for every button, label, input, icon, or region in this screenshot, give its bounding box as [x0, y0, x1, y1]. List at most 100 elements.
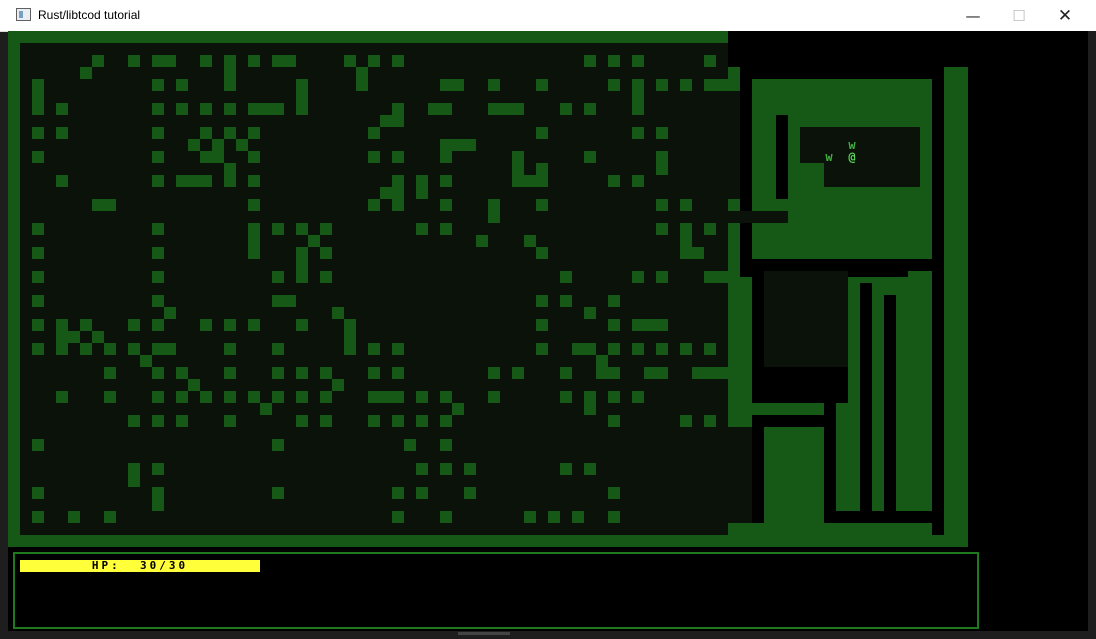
wall-tile	[392, 103, 404, 115]
wall-tile	[152, 463, 164, 475]
wall-tile	[368, 343, 380, 355]
wall-tile	[296, 367, 308, 379]
wall-tile	[152, 247, 164, 259]
wall-tile	[560, 367, 572, 379]
wall-tile	[92, 199, 104, 211]
wall-tile	[212, 151, 224, 163]
wall-tile	[224, 319, 236, 331]
wall-tile	[656, 319, 668, 331]
wall-tile	[464, 139, 476, 151]
wall-tile	[440, 103, 452, 115]
wall-tile	[404, 439, 416, 451]
wall-tile	[392, 55, 404, 67]
wall-tile	[104, 199, 116, 211]
close-button[interactable]: ✕	[1042, 0, 1088, 31]
wall-tile	[320, 415, 332, 427]
wall-tile	[152, 367, 164, 379]
wall-tile	[536, 247, 548, 259]
wall-tile	[32, 103, 44, 115]
vertical-corridor	[884, 295, 896, 523]
wall-tile	[344, 331, 356, 343]
wall-tile	[392, 187, 404, 199]
title-bar: Rust/libtcod tutorial — ☐ ✕	[0, 0, 1096, 32]
wall-tile	[368, 391, 380, 403]
wall-tile	[452, 139, 464, 151]
wall-tile	[512, 151, 524, 163]
wall-tile	[632, 91, 644, 103]
wall-tile	[152, 499, 164, 511]
wall-tile	[344, 319, 356, 331]
wall-tile	[176, 391, 188, 403]
wall-tile	[152, 271, 164, 283]
hp-label: HP: 30/30	[91, 559, 189, 572]
wall-tile	[392, 415, 404, 427]
wall-tile	[284, 295, 296, 307]
wall-tile	[200, 151, 212, 163]
wall-tile	[392, 151, 404, 163]
wall-tile	[644, 367, 656, 379]
wall-tile	[440, 439, 452, 451]
wall-tile	[656, 151, 668, 163]
wall-tile	[200, 103, 212, 115]
wall-tile	[320, 271, 332, 283]
wall-tile	[56, 391, 68, 403]
wall-tile	[512, 163, 524, 175]
room-floor	[332, 211, 416, 295]
wall-tile	[68, 511, 80, 523]
wall-tile	[224, 67, 236, 79]
wall-tile	[32, 223, 44, 235]
wall-tile	[632, 103, 644, 115]
wall-tile	[680, 247, 692, 259]
wall-tile	[260, 403, 272, 415]
corridor	[668, 211, 788, 223]
room-floor	[164, 199, 248, 307]
wall-tile	[716, 367, 728, 379]
wall-tile	[272, 271, 284, 283]
status-panel: HP: 30/30	[13, 552, 979, 629]
wall-tile	[488, 199, 500, 211]
wall-tile	[308, 235, 320, 247]
wall-tile	[536, 175, 548, 187]
game-console[interactable]: w w @ HP: 30/30	[8, 31, 1088, 631]
wall-tile	[416, 463, 428, 475]
wall-tile	[272, 223, 284, 235]
wall-tile	[608, 55, 620, 67]
wall-tile	[32, 343, 44, 355]
wall-tile	[440, 199, 452, 211]
wall-tile	[104, 343, 116, 355]
wall-tile	[704, 367, 716, 379]
corridor	[836, 511, 944, 523]
wall-tile	[248, 319, 260, 331]
wall-tile	[596, 367, 608, 379]
maximize-button[interactable]: ☐	[996, 0, 1042, 31]
minimize-button[interactable]: —	[950, 0, 996, 31]
wall-tile	[104, 511, 116, 523]
wall-tile	[440, 139, 452, 151]
wall-tile	[440, 151, 452, 163]
wall-tile	[536, 295, 548, 307]
vertical-corridor	[824, 391, 836, 523]
wall-tile	[632, 55, 644, 67]
wall-tile	[176, 367, 188, 379]
wall-tile	[272, 367, 284, 379]
wall-tile	[128, 475, 140, 487]
wall-tile	[368, 151, 380, 163]
wall-tile	[56, 127, 68, 139]
wall-tile	[80, 343, 92, 355]
wall-tile	[704, 343, 716, 355]
wall-tile	[716, 271, 728, 283]
wall-tile	[656, 199, 668, 211]
wall-tile	[152, 295, 164, 307]
wall-tile	[452, 403, 464, 415]
wall-tile	[488, 391, 500, 403]
wall-tile	[296, 259, 308, 271]
room-floor	[560, 187, 656, 271]
wall-tile	[488, 211, 500, 223]
wall-tile	[344, 343, 356, 355]
wall-tile	[224, 175, 236, 187]
wall-tile	[296, 103, 308, 115]
resize-grip[interactable]	[458, 632, 510, 635]
wall-tile	[416, 175, 428, 187]
wall-tile	[152, 79, 164, 91]
wall-tile	[440, 463, 452, 475]
